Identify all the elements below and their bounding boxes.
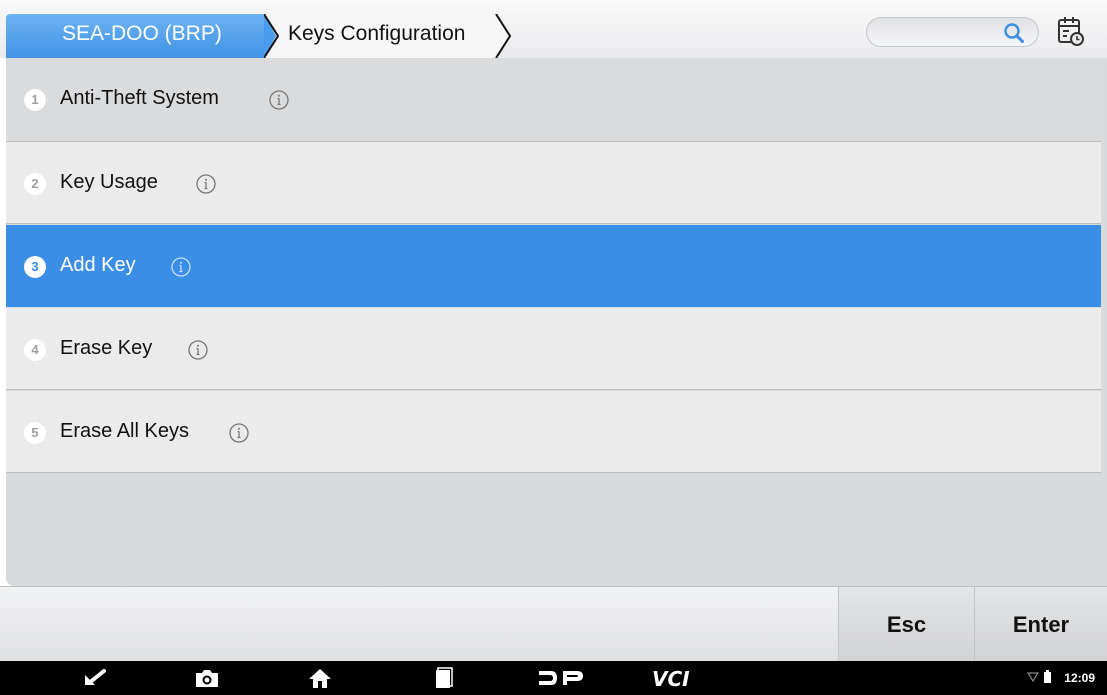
breadcrumb-current-label: Keys Configuration [288, 22, 466, 45]
battery-icon [1044, 672, 1051, 683]
menu-item-add-key[interactable]: 3 Add Key [6, 225, 1101, 307]
enter-button[interactable]: Enter [974, 587, 1107, 662]
app-window: SEA-DOO (BRP) Keys Configuration 1 Anti-… [0, 0, 1107, 695]
dp-logo-icon[interactable] [537, 666, 587, 690]
menu-item-label: Key Usage [60, 171, 158, 193]
info-icon[interactable] [187, 339, 209, 361]
search-icon[interactable] [1002, 21, 1026, 45]
home-icon[interactable] [306, 666, 334, 690]
menu-item-number: 4 [24, 339, 46, 361]
clock: 12:09 [1064, 671, 1095, 685]
menu-list: 1 Anti-Theft System 2 Key Usage 3 Add Ke… [6, 58, 1107, 586]
breadcrumb-current-tab[interactable]: Keys Configuration [264, 14, 522, 58]
menu-item-label: Anti-Theft System [60, 87, 219, 109]
menu-item-number: 2 [24, 173, 46, 195]
info-icon[interactable] [170, 256, 192, 278]
menu-item-anti-theft-system[interactable]: 1 Anti-Theft System [6, 58, 1101, 142]
system-nav-bar: VCI 12:09 [0, 661, 1107, 695]
menu-item-number: 3 [24, 256, 46, 278]
vci-icon[interactable]: VCI [650, 666, 706, 690]
recents-icon[interactable] [429, 666, 457, 690]
camera-icon[interactable] [193, 666, 221, 690]
menu-item-number: 5 [24, 422, 46, 444]
info-icon[interactable] [228, 422, 250, 444]
wifi-icon [1027, 672, 1040, 683]
menu-item-label: Erase All Keys [60, 420, 189, 442]
action-bar: Esc Enter [0, 586, 1107, 662]
breadcrumb-home-tab[interactable]: SEA-DOO (BRP) [6, 14, 271, 58]
header-bar: SEA-DOO (BRP) Keys Configuration [0, 0, 1107, 58]
back-icon[interactable] [80, 666, 108, 690]
status-icons [1027, 670, 1051, 683]
menu-item-label: Erase Key [60, 337, 153, 359]
menu-item-label: Add Key [60, 254, 136, 276]
breadcrumb-home-label: SEA-DOO (BRP) [62, 22, 222, 45]
info-icon[interactable] [268, 89, 290, 111]
menu-item-key-usage[interactable]: 2 Key Usage [6, 142, 1101, 224]
search-input[interactable] [866, 17, 1039, 47]
menu-item-erase-key[interactable]: 4 Erase Key [6, 308, 1101, 390]
vci-label: VCI [652, 667, 690, 690]
calendar-history-icon[interactable] [1055, 14, 1087, 48]
info-icon[interactable] [195, 173, 217, 195]
esc-button[interactable]: Esc [838, 587, 974, 662]
menu-item-number: 1 [24, 89, 46, 111]
menu-item-erase-all-keys[interactable]: 5 Erase All Keys [6, 391, 1101, 473]
